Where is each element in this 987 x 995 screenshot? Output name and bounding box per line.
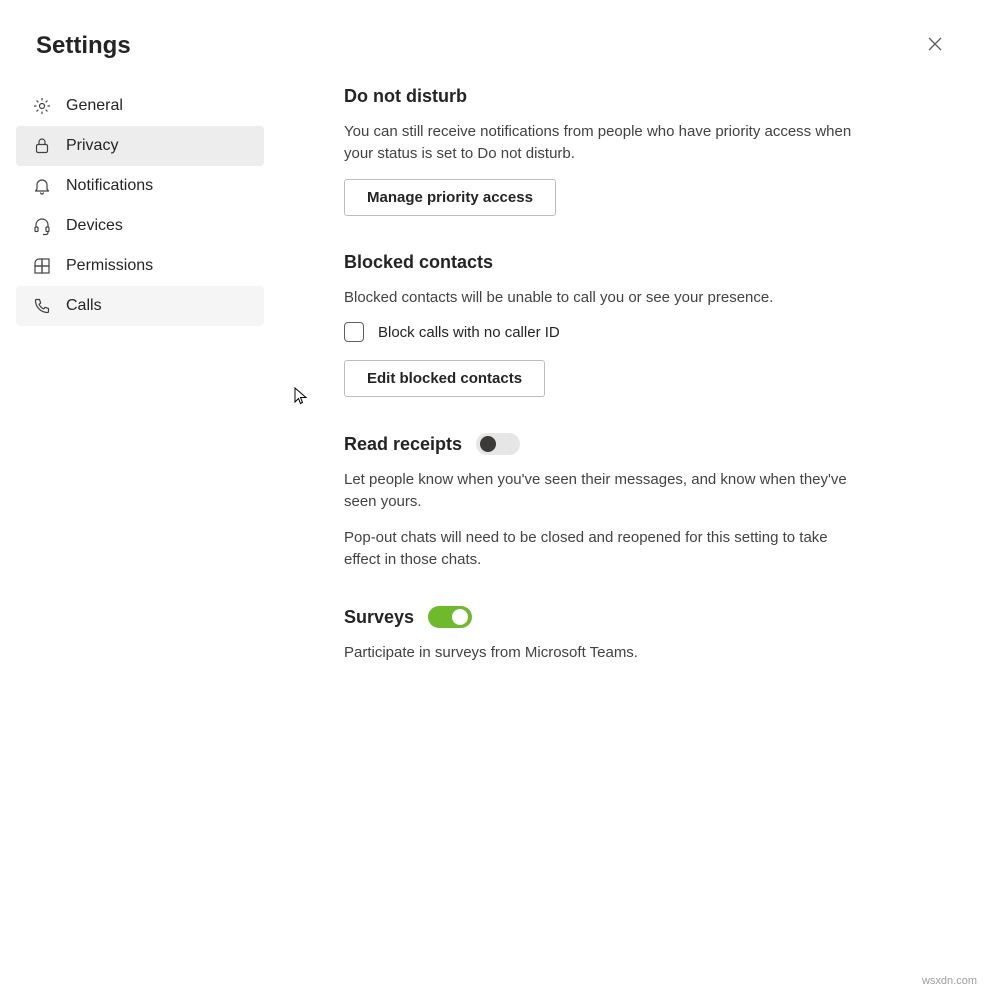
- sidebar-item-label: General: [66, 97, 123, 115]
- toggle-knob: [452, 609, 468, 625]
- phone-icon: [32, 296, 52, 316]
- surveys-toggle[interactable]: [428, 606, 472, 628]
- watermark: wsxdn.com: [922, 975, 977, 987]
- sidebar-item-permissions[interactable]: Permissions: [16, 246, 264, 286]
- sidebar-item-label: Notifications: [66, 177, 153, 195]
- toggle-knob: [480, 436, 496, 452]
- sidebar-item-label: Permissions: [66, 257, 153, 275]
- sidebar-item-label: Privacy: [66, 137, 118, 155]
- block-no-caller-id-checkbox[interactable]: [344, 322, 364, 342]
- manage-priority-access-button[interactable]: Manage priority access: [344, 179, 556, 216]
- close-button[interactable]: [919, 30, 951, 62]
- lock-icon: [32, 136, 52, 156]
- section-surveys: Surveys Participate in surveys from Micr…: [344, 606, 852, 664]
- page-title: Settings: [36, 32, 131, 60]
- settings-layout: General Privacy Notifications Devices Pe: [0, 86, 987, 700]
- sidebar-item-privacy[interactable]: Privacy: [16, 126, 264, 166]
- block-no-caller-id-label: Block calls with no caller ID: [378, 324, 560, 341]
- read-receipts-title: Read receipts: [344, 434, 462, 455]
- read-receipts-desc-1: Let people know when you've seen their m…: [344, 469, 852, 513]
- dnd-title: Do not disturb: [344, 86, 852, 107]
- sidebar-item-label: Devices: [66, 217, 123, 235]
- surveys-title: Surveys: [344, 607, 414, 628]
- headset-icon: [32, 216, 52, 236]
- bell-icon: [32, 176, 52, 196]
- section-blocked-contacts: Blocked contacts Blocked contacts will b…: [344, 252, 852, 398]
- settings-sidebar: General Privacy Notifications Devices Pe: [16, 86, 276, 700]
- settings-content: Do not disturb You can still receive not…: [276, 86, 876, 700]
- settings-header: Settings: [0, 0, 987, 86]
- grid-icon: [32, 256, 52, 276]
- block-no-caller-id-row[interactable]: Block calls with no caller ID: [344, 322, 852, 342]
- sidebar-item-calls[interactable]: Calls: [16, 286, 264, 326]
- read-receipts-toggle[interactable]: [476, 433, 520, 455]
- gear-icon: [32, 96, 52, 116]
- blocked-description: Blocked contacts will be unable to call …: [344, 287, 852, 309]
- read-receipts-desc-2: Pop-out chats will need to be closed and…: [344, 527, 852, 571]
- blocked-title: Blocked contacts: [344, 252, 852, 273]
- sidebar-item-notifications[interactable]: Notifications: [16, 166, 264, 206]
- dnd-description: You can still receive notifications from…: [344, 121, 852, 165]
- sidebar-item-devices[interactable]: Devices: [16, 206, 264, 246]
- surveys-description: Participate in surveys from Microsoft Te…: [344, 642, 852, 664]
- section-read-receipts: Read receipts Let people know when you'v…: [344, 433, 852, 570]
- edit-blocked-contacts-button[interactable]: Edit blocked contacts: [344, 360, 545, 397]
- sidebar-item-label: Calls: [66, 297, 102, 315]
- sidebar-item-general[interactable]: General: [16, 86, 264, 126]
- section-do-not-disturb: Do not disturb You can still receive not…: [344, 86, 852, 216]
- close-icon: [928, 37, 942, 56]
